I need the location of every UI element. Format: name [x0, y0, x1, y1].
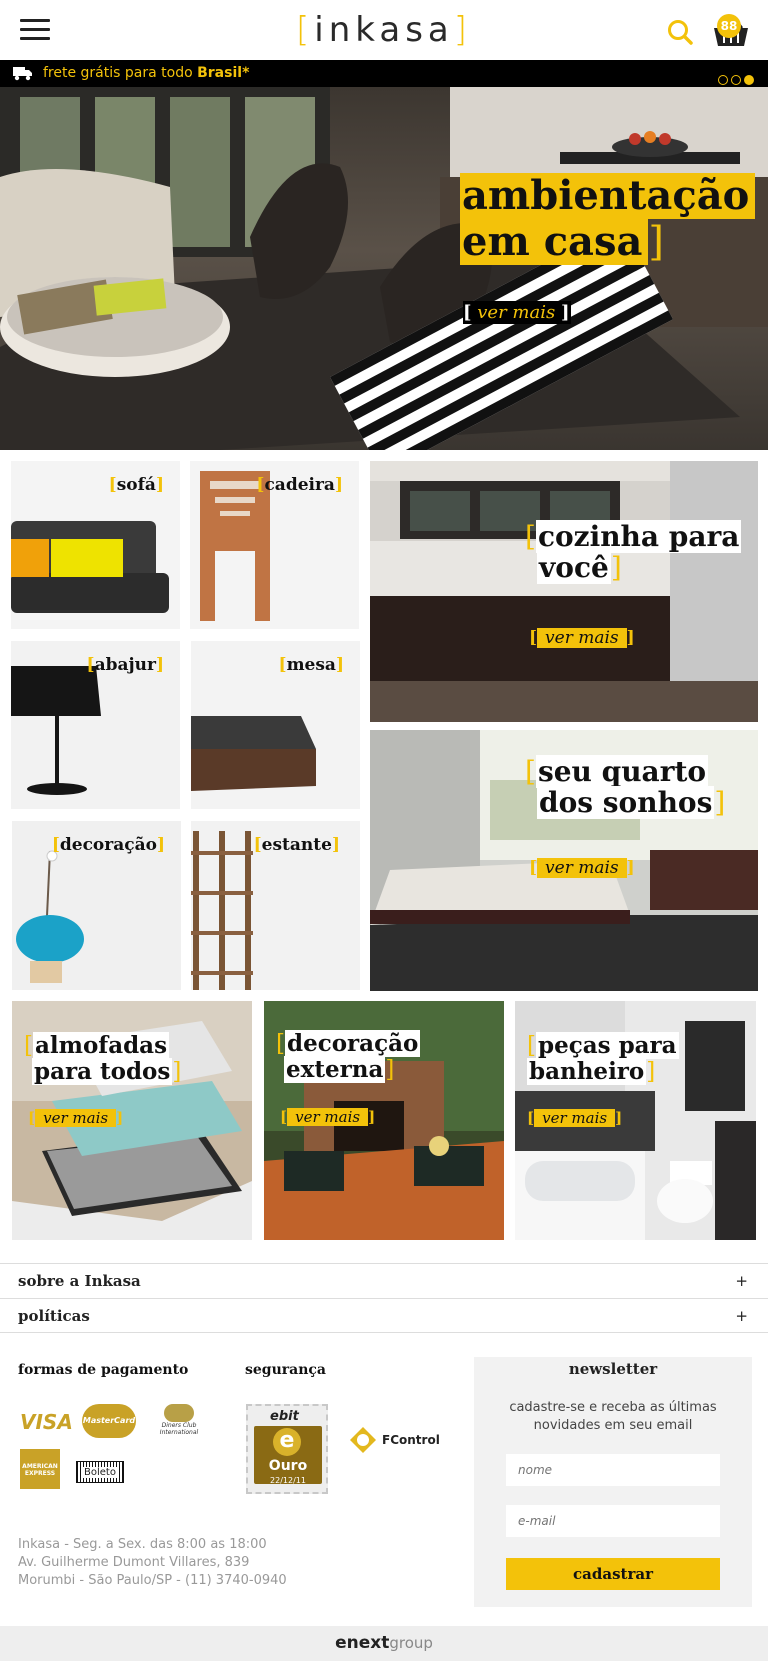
- category-tile-estante[interactable]: [estante]: [191, 821, 360, 990]
- hero-image: [0, 87, 768, 450]
- promo-text: frete grátis para todo Brasil*: [43, 65, 250, 81]
- newsletter-submit-button[interactable]: cadastrar: [506, 1558, 720, 1590]
- promo-cta-almofadas[interactable]: [ver mais]: [28, 1109, 123, 1127]
- promo-bar: frete grátis para todo Brasil*: [0, 60, 768, 87]
- promo-title-banheiro: [peças para banheiro]: [527, 1032, 679, 1085]
- category-label-mesa: [mesa]: [278, 655, 344, 675]
- promo-title-cozinha: [cozinha para você]: [525, 520, 742, 584]
- visa-logo: VISA: [20, 1410, 73, 1434]
- credits-brand[interactable]: enext: [335, 1633, 389, 1653]
- newsletter-email-input[interactable]: [506, 1505, 720, 1537]
- category-tile-decoracao[interactable]: [decoração]: [12, 821, 181, 990]
- promo-cta-externa[interactable]: [ver mais]: [280, 1108, 375, 1126]
- accordion-title-politicas: políticas: [18, 1307, 90, 1325]
- category-label-abajur: [abajur]: [86, 655, 164, 675]
- accordion-title-sobre: sobre a Inkasa: [18, 1272, 141, 1290]
- truck-icon: [13, 67, 32, 81]
- promo-cta-quarto[interactable]: [ver mais]: [529, 858, 635, 878]
- boleto-logo: Boleto: [76, 1461, 124, 1483]
- promo-tile-quarto[interactable]: [seu quarto dos sonhos] [ver mais]: [370, 730, 758, 991]
- credits-suffix: group: [389, 1634, 433, 1652]
- promo-tile-banheiro[interactable]: [peças para banheiro] [ver mais]: [515, 1001, 756, 1240]
- newsletter-name-input[interactable]: [506, 1454, 720, 1486]
- newsletter-title: newsletter: [568, 1360, 658, 1378]
- shield-icon: [350, 1427, 376, 1453]
- diners-logo: Diners Club International: [154, 1404, 204, 1440]
- cart-count-badge: 88: [717, 14, 741, 38]
- accordion-politicas[interactable]: políticas +: [0, 1298, 768, 1333]
- header: [inkasa] 88: [0, 0, 768, 60]
- carousel-dot[interactable]: [718, 75, 728, 85]
- payment-title: formas de pagamento: [18, 1362, 189, 1378]
- ebit-seal: ebit e Ouro 22/12/11: [246, 1404, 328, 1494]
- category-tile-mesa[interactable]: [mesa]: [191, 641, 360, 809]
- newsletter-box: newsletter cadastre-se e receba as últim…: [474, 1357, 752, 1607]
- security-title: segurança: [245, 1362, 326, 1378]
- store-address: Inkasa - Seg. a Sex. das 8:00 as 18:00 A…: [18, 1537, 287, 1588]
- promo-tile-cozinha[interactable]: [cozinha para você] [ver mais]: [370, 461, 758, 722]
- promo-tile-almofadas[interactable]: [almofadas para todos] [ver mais]: [12, 1001, 252, 1240]
- logo[interactable]: [inkasa]: [296, 8, 467, 52]
- expand-icon[interactable]: +: [735, 1264, 748, 1299]
- category-label-cadeira: [cadeira]: [256, 475, 343, 495]
- accordion-sobre[interactable]: sobre a Inkasa +: [0, 1263, 768, 1298]
- category-label-sofa: [sofá]: [108, 475, 164, 495]
- category-tile-sofa[interactable]: [sofá]: [11, 461, 180, 629]
- promo-title-almofadas: [almofadas para todos]: [24, 1032, 182, 1085]
- hero-banner[interactable]: ambientação em casa] [ ver mais ]: [0, 87, 768, 450]
- category-tile-cadeira[interactable]: [cadeira]: [190, 461, 359, 629]
- newsletter-description: cadastre-se e receba as últimas novidade…: [509, 1400, 717, 1433]
- mastercard-logo: MasterCard: [82, 1404, 136, 1438]
- carousel-dot-active[interactable]: [744, 75, 754, 85]
- category-tile-abajur[interactable]: [abajur]: [11, 641, 180, 809]
- fcontrol-logo: FControl: [348, 1425, 450, 1457]
- promo-tile-externa[interactable]: [decoração externa] [ver mais]: [264, 1001, 504, 1240]
- promo-cta-cozinha[interactable]: [ver mais]: [529, 628, 635, 648]
- carousel-dot[interactable]: [731, 75, 741, 85]
- promo-cta-banheiro[interactable]: [ver mais]: [527, 1109, 622, 1127]
- category-label-estante: [estante]: [253, 835, 340, 855]
- menu-icon[interactable]: [20, 19, 50, 41]
- hero-cta-button[interactable]: [ ver mais ]: [463, 301, 572, 324]
- hero-title: ambientação em casa]: [460, 173, 756, 265]
- promo-title-quarto: [seu quarto dos sonhos]: [525, 755, 726, 819]
- promo-title-externa: [decoração externa]: [276, 1030, 421, 1083]
- expand-icon[interactable]: +: [735, 1299, 748, 1334]
- search-icon[interactable]: [666, 18, 694, 46]
- category-label-decoracao: [decoração]: [51, 835, 165, 855]
- amex-logo: AMERICAN EXPRESS: [20, 1449, 60, 1489]
- kitchen-image: [370, 461, 758, 722]
- credits-bar: enextgroup: [0, 1626, 768, 1661]
